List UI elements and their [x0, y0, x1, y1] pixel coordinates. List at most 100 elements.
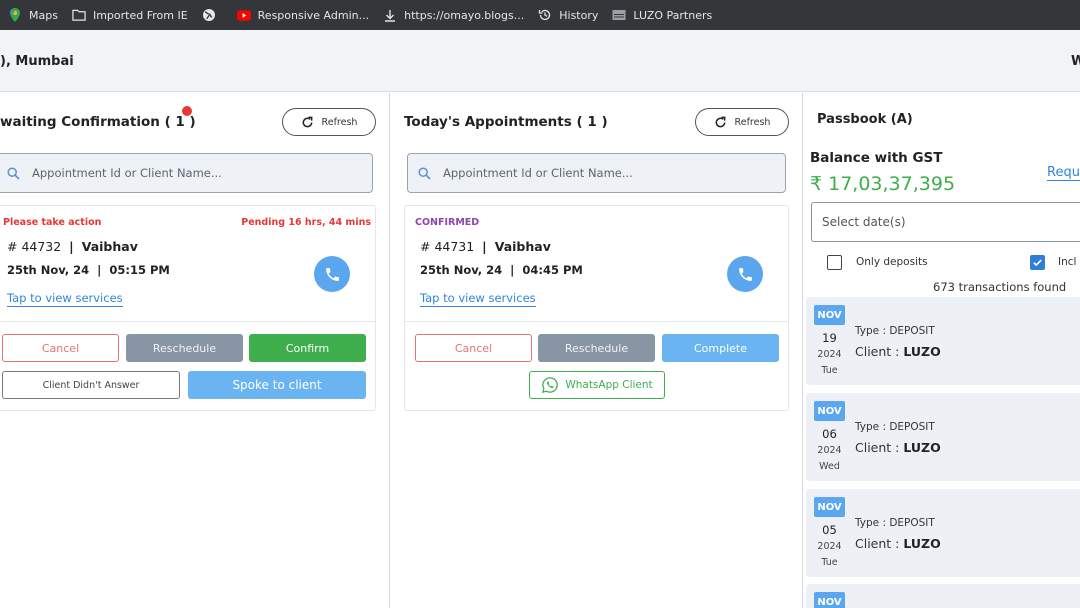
youtube-icon	[236, 8, 251, 22]
appointment-time: 04:45 PM	[522, 263, 583, 277]
txn-year: 2024	[817, 349, 842, 360]
separator: |	[69, 239, 74, 254]
bookmarks-bar: Maps Imported From IE Responsive Admin..…	[0, 0, 1080, 30]
only-deposits-label: Only deposits	[856, 256, 928, 268]
appointment-id: # 44731	[420, 239, 475, 254]
phone-icon	[738, 267, 752, 281]
status-label: Please take action	[3, 217, 102, 228]
txn-year: 2024	[817, 445, 842, 456]
card-divider	[0, 321, 375, 322]
bookmark-history[interactable]: History	[538, 8, 598, 22]
txn-type: Type : DEPOSIT	[855, 517, 935, 529]
txn-client-label: Client :	[855, 536, 900, 551]
txn-month: NOV	[814, 401, 845, 421]
folder-icon	[72, 8, 86, 22]
client-name: Vaibhav	[81, 239, 138, 254]
date-range-select[interactable]: Select date(s)	[811, 202, 1080, 242]
transaction-item[interactable]: NOV 19 2024 Tue Type : DEPOSIT Client : …	[806, 297, 1080, 385]
page-header: ), Mumbai W	[0, 30, 1080, 92]
awaiting-refresh-button[interactable]: Refresh	[282, 108, 376, 136]
today-search-box[interactable]	[407, 153, 786, 193]
bookmark-label: Maps	[29, 8, 58, 22]
today-search-input[interactable]	[443, 166, 743, 180]
appointment-datetime: 25th Nov, 24 | 05:15 PM	[7, 263, 170, 277]
checkmark-icon	[1033, 259, 1042, 267]
txn-weekday: Tue	[821, 557, 838, 568]
view-services-link[interactable]: Tap to view services	[7, 291, 123, 307]
bookmark-label: Responsive Admin...	[257, 8, 370, 22]
whatsapp-label: WhatsApp Client	[565, 379, 653, 391]
today-appointment-card: CONFIRMED # 44731 | Vaibhav 25th Nov, 24…	[404, 205, 789, 411]
bookmark-responsive-admin[interactable]: Responsive Admin...	[236, 8, 370, 22]
balance-amount: ₹ 17,03,37,395	[810, 173, 956, 195]
whatsapp-icon	[542, 377, 559, 394]
transaction-item[interactable]: NOV 05 2024 Tue Type : DEPOSIT Client : …	[806, 489, 1080, 577]
spoke-to-client-button[interactable]: Spoke to client	[188, 371, 366, 399]
today-refresh-button[interactable]: Refresh	[695, 108, 789, 136]
history-icon	[538, 8, 552, 22]
download-icon	[383, 8, 397, 22]
notification-dot	[182, 106, 192, 116]
bookmark-imported-from-ie[interactable]: Imported From IE	[72, 8, 188, 22]
column-divider	[802, 93, 803, 608]
appointment-datetime: 25th Nov, 24 | 04:45 PM	[420, 263, 583, 277]
maps-pin-icon	[8, 8, 22, 22]
client-name: Vaibhav	[494, 239, 551, 254]
column-divider	[389, 93, 390, 608]
status-label: CONFIRMED	[415, 217, 480, 228]
whatsapp-client-button[interactable]: WhatsApp Client	[529, 371, 665, 399]
client-didnt-answer-button[interactable]: Client Didn't Answer	[2, 371, 180, 399]
call-button[interactable]	[727, 256, 763, 292]
txn-client-name: LUZO	[903, 344, 941, 359]
refresh-icon	[302, 116, 312, 127]
bookmark-maps[interactable]: Maps	[8, 8, 58, 22]
card-divider	[405, 321, 788, 322]
awaiting-appointment-card: Please take action Pending 16 hrs, 44 mi…	[0, 205, 376, 411]
only-deposits-checkbox[interactable]	[827, 255, 842, 270]
bookmark-globe[interactable]	[202, 8, 223, 22]
separator: |	[97, 263, 102, 277]
bookmark-label: History	[559, 8, 599, 22]
txn-client-label: Client :	[855, 344, 900, 359]
view-services-link[interactable]: Tap to view services	[420, 291, 536, 307]
txn-day: 05	[822, 523, 837, 537]
txn-weekday: Wed	[819, 461, 840, 472]
header-user-initial[interactable]: W	[1071, 54, 1080, 69]
call-button[interactable]	[314, 256, 350, 292]
phone-icon	[325, 267, 339, 281]
reschedule-button[interactable]: Reschedule	[126, 334, 243, 362]
refresh-icon	[715, 116, 725, 127]
complete-button[interactable]: Complete	[662, 334, 779, 362]
txn-weekday: Tue	[821, 365, 838, 376]
awaiting-search-box[interactable]	[0, 153, 373, 193]
location-title: ), Mumbai	[0, 54, 74, 69]
globe-icon	[202, 8, 216, 22]
include-checkbox[interactable]	[1030, 255, 1045, 270]
bookmark-luzo-partners[interactable]: LUZO Partners	[612, 8, 712, 22]
bookmark-label: Imported From IE	[92, 8, 188, 22]
awaiting-title: waiting Confirmation ( 1 )	[0, 114, 196, 130]
appointment-id: # 44732	[7, 239, 62, 254]
txn-client-name: LUZO	[903, 536, 941, 551]
appointment-id-line: # 44732 | Vaibhav	[7, 239, 138, 254]
confirm-button[interactable]: Confirm	[249, 334, 366, 362]
pending-time: Pending 16 hrs, 44 mins	[241, 217, 371, 228]
transaction-item[interactable]: NOV 06 2024 Wed Type : DEPOSIT Client : …	[806, 393, 1080, 481]
search-icon	[7, 166, 20, 180]
transaction-item[interactable]: NOV	[806, 584, 1080, 608]
bookmark-omayo[interactable]: https://omayo.blogs...	[383, 8, 524, 22]
balance-label: Balance with GST	[810, 150, 943, 166]
cancel-button[interactable]: Cancel	[2, 334, 119, 362]
cancel-button[interactable]: Cancel	[415, 334, 532, 362]
passbook-title: Passbook (A)	[817, 112, 913, 127]
txn-client: Client : LUZO	[855, 344, 941, 359]
txn-day: 19	[822, 331, 837, 345]
awaiting-search-input[interactable]	[32, 166, 332, 180]
search-icon	[418, 166, 431, 180]
reschedule-button[interactable]: Reschedule	[538, 334, 655, 362]
appointment-date: 25th Nov, 24	[7, 263, 90, 277]
bookmark-label: LUZO Partners	[633, 8, 713, 22]
txn-client: Client : LUZO	[855, 440, 941, 455]
request-link[interactable]: Requ	[1047, 165, 1080, 181]
appointment-time: 05:15 PM	[109, 263, 170, 277]
